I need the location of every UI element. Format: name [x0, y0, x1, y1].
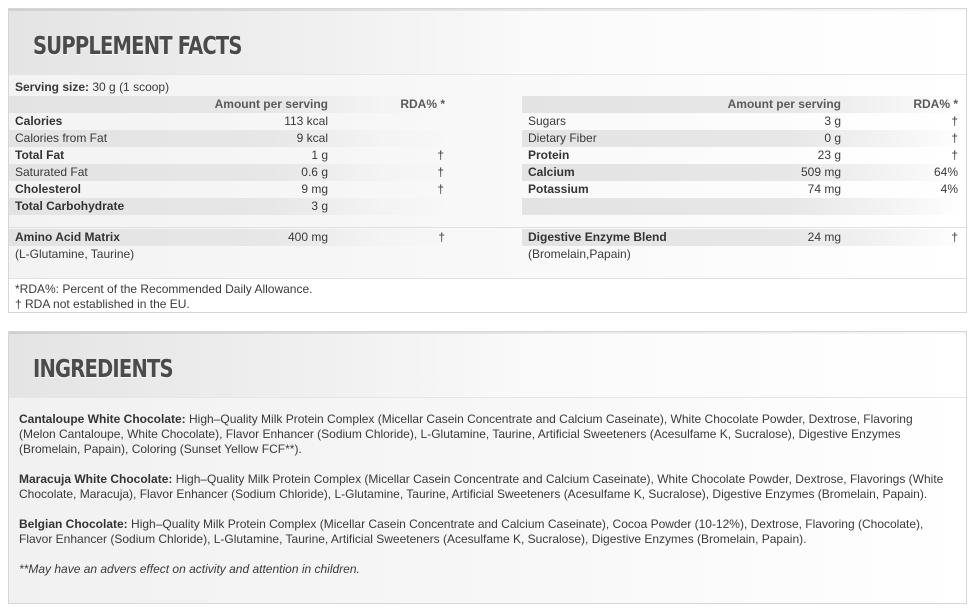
supplement-facts-header: SUPPLEMENT FACTS	[9, 9, 966, 75]
facts-table-header: Amount per serving RDA% *	[522, 96, 963, 113]
facts-notes: *RDA%: Percent of the Recommended Daily …	[9, 278, 966, 312]
nutrient-name: Potassium	[528, 182, 589, 196]
nutrient-name: Total Carbohydrate	[15, 199, 125, 213]
ingredients-warning-note: **May have an advers effect on activity …	[19, 562, 360, 576]
nutrient-rda: 64%	[933, 165, 958, 179]
facts-row: Sugars 3 g †	[522, 113, 963, 130]
blend-rda: †	[438, 230, 445, 244]
ingredients-title: INGREDIENTS	[33, 354, 174, 383]
amino-acid-blend: Amino Acid Matrix 400 mg † (L-Glutamine,…	[9, 229, 450, 263]
supplement-facts-body: Serving size: 30 g (1 scoop) Amount per …	[9, 75, 966, 312]
nutrient-rda: †	[437, 182, 444, 196]
flavor-name: Cantaloupe White Chocolate:	[19, 412, 186, 426]
ingredients-body: Cantaloupe White Chocolate: High–Quality…	[9, 398, 966, 603]
facts-table-right: Amount per serving RDA% * Sugars 3 g † D…	[522, 96, 963, 215]
facts-row: Protein 23 g †	[522, 147, 963, 164]
blend-row: Amino Acid Matrix 400 mg †	[9, 229, 450, 246]
ingredient-list: High–Quality Milk Protein Complex (Micel…	[19, 517, 924, 546]
facts-row: Calcium 509 mg 64%	[522, 164, 963, 181]
blend-name: Amino Acid Matrix	[15, 230, 120, 244]
column-header-rda: RDA% *	[913, 97, 958, 111]
ingredient-paragraph: Cantaloupe White Chocolate: High–Quality…	[19, 412, 944, 457]
nutrient-amount: 509 mg	[800, 165, 841, 179]
facts-table-left: Amount per serving RDA% * Calories 113 k…	[9, 96, 450, 215]
blend-components: (L-Glutamine, Taurine)	[15, 247, 135, 261]
serving-size-value: 30 g (1 scoop)	[92, 80, 170, 94]
nutrient-rda: 4%	[940, 182, 958, 196]
facts-row: Dietary Fiber 0 g †	[522, 130, 963, 147]
nutrient-amount: 1 g	[311, 148, 328, 162]
facts-row: Saturated Fat 0.6 g †	[9, 164, 450, 181]
column-header-rda: RDA% *	[400, 97, 445, 111]
nutrient-name: Saturated Fat	[15, 165, 88, 179]
ingredient-paragraph: Maracuja White Chocolate: High–Quality M…	[19, 472, 944, 502]
nutrient-amount: 9 kcal	[296, 131, 328, 145]
nutrient-amount: 3 g	[824, 114, 841, 128]
nutrient-amount: 23 g	[817, 148, 841, 162]
ingredients-header: INGREDIENTS	[9, 332, 966, 398]
nutrient-name: Protein	[528, 148, 570, 162]
ingredients-panel: INGREDIENTS Cantaloupe White Chocolate: …	[8, 331, 967, 604]
serving-size: Serving size: 30 g (1 scoop)	[15, 80, 169, 94]
column-header-amount: Amount per serving	[214, 97, 328, 111]
facts-row: Potassium 74 mg 4%	[522, 181, 963, 198]
rda-dagger-note: † RDA not established in the EU.	[15, 297, 190, 311]
nutrient-rda: †	[951, 148, 958, 162]
nutrient-amount: 0 g	[824, 131, 841, 145]
facts-table-header: Amount per serving RDA% *	[9, 96, 450, 113]
blend-row: Digestive Enzyme Blend 24 mg †	[522, 229, 963, 246]
rda-note: *RDA%: Percent of the Recommended Daily …	[15, 282, 313, 296]
facts-row: Total Carbohydrate 3 g	[9, 198, 450, 215]
nutrient-rda: †	[951, 131, 958, 145]
nutrient-name: Cholesterol	[15, 182, 82, 196]
blend-rda: †	[951, 230, 958, 244]
blend-components: (Bromelain,Papain)	[528, 247, 631, 261]
blend-amount: 400 mg	[287, 230, 328, 244]
supplement-facts-title: SUPPLEMENT FACTS	[33, 31, 242, 60]
serving-size-label: Serving size:	[15, 80, 90, 94]
nutrient-amount: 0.6 g	[301, 165, 328, 179]
nutrient-name: Total Fat	[15, 148, 65, 162]
nutrient-rda: †	[951, 114, 958, 128]
column-header-amount: Amount per serving	[727, 97, 841, 111]
nutrient-name: Sugars	[528, 114, 567, 128]
nutrient-amount: 74 mg	[807, 182, 841, 196]
facts-row: Calories 113 kcal	[9, 113, 450, 130]
nutrient-rda: †	[437, 165, 444, 179]
enzyme-blend: Digestive Enzyme Blend 24 mg † (Bromelai…	[522, 229, 963, 263]
nutrient-amount: 3 g	[311, 199, 328, 213]
supplement-facts-panel: SUPPLEMENT FACTS Serving size: 30 g (1 s…	[8, 8, 967, 313]
facts-row: Total Fat 1 g †	[9, 147, 450, 164]
nutrient-name: Calcium	[528, 165, 575, 179]
nutrient-rda: †	[437, 148, 444, 162]
ingredient-paragraph: Belgian Chocolate: High–Quality Milk Pro…	[19, 517, 944, 547]
flavor-name: Belgian Chocolate:	[19, 517, 128, 531]
facts-row	[522, 198, 963, 215]
facts-row: Calories from Fat 9 kcal	[9, 130, 450, 147]
nutrient-amount: 113 kcal	[284, 114, 328, 128]
blend-name: Digestive Enzyme Blend	[528, 230, 667, 244]
flavor-name: Maracuja White Chocolate:	[19, 472, 173, 486]
nutrient-amount: 9 mg	[301, 182, 328, 196]
nutrient-name: Calories from Fat	[15, 131, 108, 145]
nutrient-name: Calories	[15, 114, 63, 128]
facts-divider	[9, 227, 966, 228]
nutrient-name: Dietary Fiber	[528, 131, 597, 145]
blend-amount: 24 mg	[807, 230, 841, 244]
facts-row: Cholesterol 9 mg †	[9, 181, 450, 198]
